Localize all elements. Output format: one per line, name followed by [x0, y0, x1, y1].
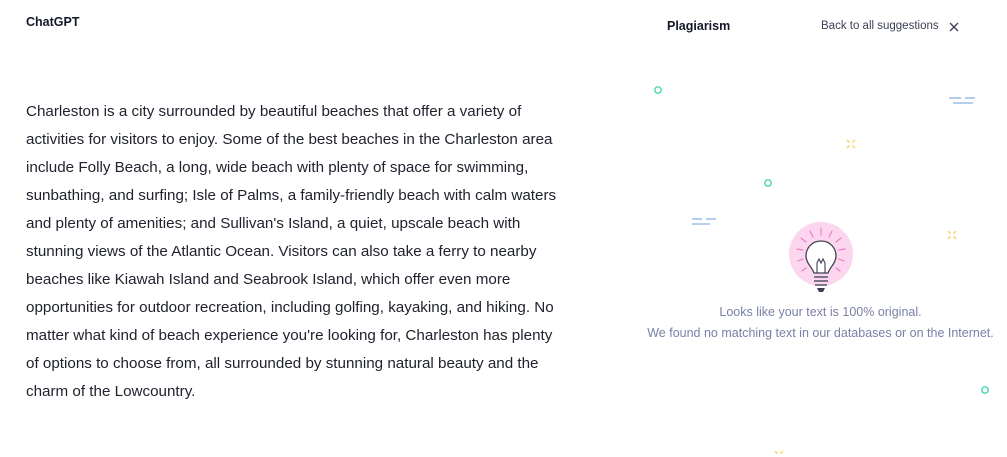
no-matches-text: We found no matching text in our databas…	[647, 326, 994, 340]
decor-sparkle-icon	[947, 230, 957, 240]
decor-circle-icon	[764, 179, 772, 187]
panel-title: Plagiarism	[667, 19, 731, 33]
decor-circle-icon	[654, 86, 662, 94]
close-button[interactable]	[946, 19, 962, 35]
close-icon	[949, 22, 959, 32]
decor-dash-lines-icon	[692, 218, 716, 225]
document-title: ChatGPT	[26, 15, 80, 29]
decor-circle-icon	[981, 386, 989, 394]
decor-dash-lines-icon	[949, 97, 975, 104]
back-to-suggestions-link[interactable]: Back to all suggestions	[821, 20, 939, 32]
originality-result-text: Looks like your text is 100% original.	[719, 305, 922, 319]
lightbulb-icon	[789, 222, 853, 292]
decor-sparkle-icon	[774, 450, 784, 454]
document-body-text[interactable]: Charleston is a city surrounded by beaut…	[26, 98, 566, 406]
decor-sparkle-icon	[846, 139, 856, 149]
